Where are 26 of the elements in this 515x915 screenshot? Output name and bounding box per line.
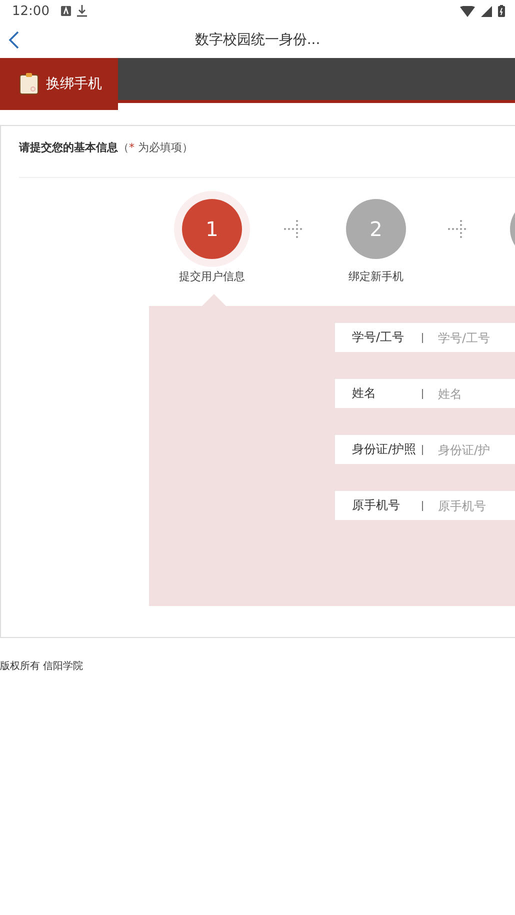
copyright-text: 版权所有 信阳学院: [0, 660, 84, 673]
field-label: 身份证/护照: [335, 435, 438, 464]
notepad-icon: [19, 73, 39, 95]
field-label: 学号/工号: [335, 323, 438, 352]
battery-icon: [498, 5, 505, 17]
step-circle: 2: [346, 199, 406, 259]
status-time: 12:00: [12, 4, 50, 18]
step-label: 提交用户信息: [179, 269, 245, 284]
step-circle: 1: [182, 199, 242, 259]
back-icon[interactable]: [8, 31, 20, 49]
input-field[interactable]: 身份证/护: [438, 435, 515, 464]
form-heading: 请提交您的基本信息（* 为必填项）: [19, 140, 193, 155]
wifi-icon: [460, 6, 475, 16]
input-field[interactable]: 学号/工号: [438, 323, 515, 352]
field-label: 原手机号: [335, 491, 438, 520]
signal-icon: [481, 6, 492, 16]
arrow-icon: [447, 220, 469, 238]
input-field[interactable]: 姓名: [438, 379, 515, 408]
step-label: 绑定新手机: [348, 269, 404, 284]
field-label: 姓名: [335, 379, 438, 408]
arrow-icon: [283, 220, 305, 238]
notification-icon: [61, 6, 72, 16]
input-field[interactable]: 原手机号: [438, 491, 515, 520]
page-title: 数字校园统一身份...: [194, 31, 320, 49]
download-icon: [77, 5, 88, 17]
change-phone-tab[interactable]: 换绑手机: [0, 58, 118, 110]
